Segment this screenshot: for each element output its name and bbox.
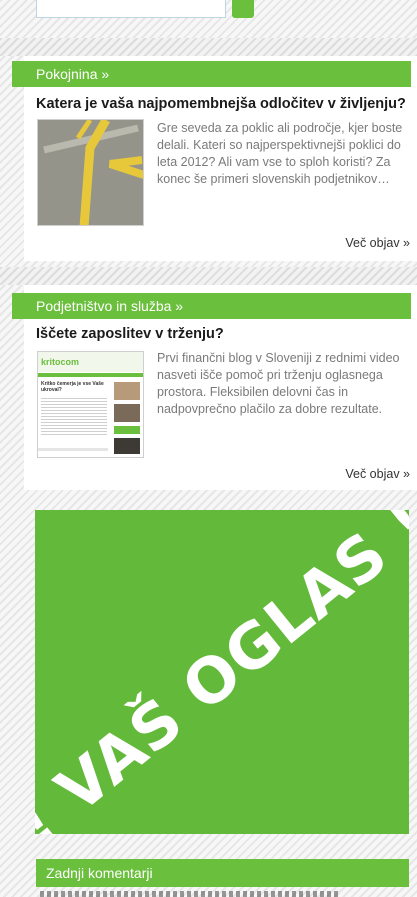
article-title[interactable]: Katera je vaša najpomembnejša odločitev … xyxy=(36,96,406,112)
search-box-fragment[interactable] xyxy=(36,0,226,18)
section-header-pokojnina[interactable]: Pokojnina » xyxy=(12,61,411,87)
ad-text: !! VAŠ OGLAS !! xyxy=(35,510,409,834)
article-title[interactable]: Iščete zaposlitev v trženju? xyxy=(36,326,224,342)
thumb-logo: kritocom xyxy=(41,357,80,367)
section-header-comments[interactable]: Zadnji komentarji xyxy=(36,859,409,887)
article-excerpt: Gre seveda za poklic ali področje, kjer … xyxy=(157,121,403,186)
thumb-photo xyxy=(114,438,140,454)
section-header-podjetnistvo[interactable]: Podjetništvo in služba » xyxy=(12,293,411,319)
comment-snippet-fragment xyxy=(40,891,340,897)
thumb-text-lines xyxy=(41,396,107,436)
more-posts-link[interactable]: Več objav » xyxy=(345,467,410,481)
divider-stripe xyxy=(0,38,417,56)
article-excerpt: Prvi finančni blog v Sloveniji z rednimi… xyxy=(157,351,400,416)
article-thumbnail[interactable] xyxy=(37,119,144,226)
advertisement-banner[interactable]: !! VAŠ OGLAS !! xyxy=(35,510,409,834)
more-posts-link[interactable]: Več objav » xyxy=(345,236,410,250)
thumb-nav xyxy=(38,373,143,377)
divider-stripe xyxy=(0,267,417,285)
thumb-photo xyxy=(114,404,140,422)
road-markings-image xyxy=(38,120,143,225)
thumb-heading: Kritko čemerja je vse Vaše ukroval? xyxy=(41,381,104,393)
search-button[interactable] xyxy=(232,0,254,18)
article-thumbnail[interactable]: kritocom Kritko čemerja je vse Vaše ukro… xyxy=(37,351,144,458)
thumb-footer xyxy=(38,448,108,451)
thumb-photo xyxy=(114,382,140,400)
thumb-widget xyxy=(114,426,140,434)
